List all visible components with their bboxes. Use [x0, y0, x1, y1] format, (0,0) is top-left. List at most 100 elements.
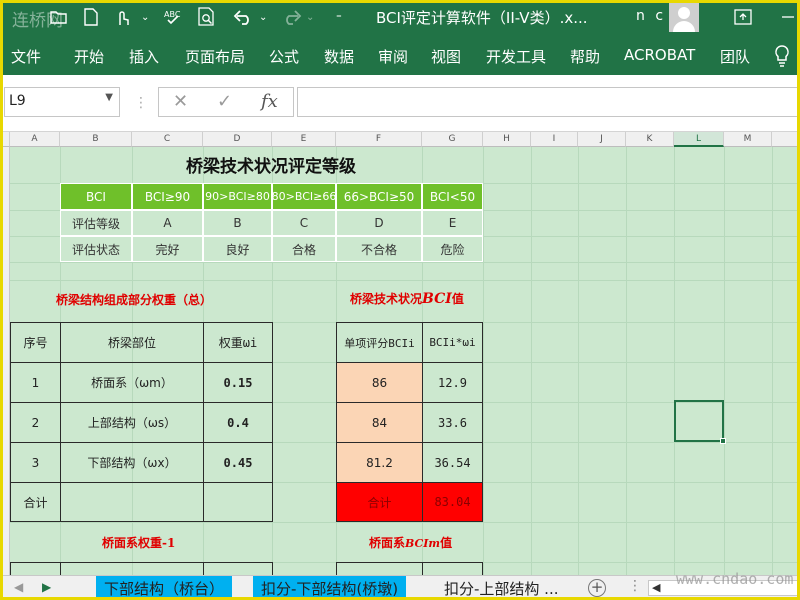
minimize-icon[interactable] [782, 6, 794, 28]
tab-file[interactable]: 文件 [11, 46, 41, 67]
grade-cell[interactable]: E [422, 210, 483, 236]
grade-cell[interactable]: C [272, 210, 336, 236]
scroll-right-icon[interactable]: ▶ [42, 580, 51, 594]
select-all-corner[interactable] [0, 132, 10, 147]
column-header-g[interactable]: G [422, 132, 483, 147]
weight-row-value[interactable]: 0.45 [203, 442, 273, 483]
column-header-e[interactable]: E [272, 132, 336, 147]
status-row-label[interactable]: 评估状态 [60, 236, 132, 262]
weight-row-value[interactable]: 0.15 [203, 362, 273, 403]
grade-cell[interactable]: A [132, 210, 203, 236]
column-header-f[interactable]: F [336, 132, 422, 147]
open-folder-icon[interactable] [50, 6, 68, 28]
deck-bci-cell[interactable] [336, 562, 423, 575]
add-sheet-button[interactable]: + [588, 579, 606, 597]
column-header-j[interactable]: J [578, 132, 626, 147]
bci-total-label[interactable]: 合计 [336, 482, 423, 522]
redo-dropdown-icon[interactable]: ⌄ [306, 6, 314, 28]
cancel-icon[interactable]: ✕ [173, 91, 188, 112]
chevron-down-icon[interactable]: ⌄ [141, 6, 149, 28]
weight-row-part[interactable]: 下部结构（ωx） [60, 442, 204, 483]
column-header-l[interactable]: L [674, 132, 724, 147]
tab-insert[interactable]: 插入 [129, 46, 159, 67]
grade-header-a[interactable]: BCI≥90 [132, 183, 203, 210]
weight-total-empty[interactable] [60, 482, 204, 522]
fill-handle[interactable] [720, 438, 726, 444]
status-cell[interactable]: 不合格 [336, 236, 422, 262]
tab-home[interactable]: 开始 [74, 46, 104, 67]
more-icon[interactable]: ⋮ [628, 578, 642, 594]
weight-total-label[interactable]: 合计 [10, 482, 61, 522]
tab-data[interactable]: 数据 [324, 46, 354, 67]
tab-view[interactable]: 视图 [431, 46, 461, 67]
column-header-m[interactable]: M [724, 132, 772, 147]
undo-icon[interactable] [233, 6, 253, 28]
scroll-arrow-left-icon[interactable]: ◀ [652, 581, 660, 594]
bci-product-cell[interactable]: 12.9 [422, 362, 483, 403]
grade-row-label[interactable]: 评估等级 [60, 210, 132, 236]
deck-table-cell[interactable] [60, 562, 204, 575]
column-header-c[interactable]: C [132, 132, 203, 147]
weight-row-index[interactable]: 1 [10, 362, 61, 403]
deck-table-cell[interactable] [203, 562, 273, 575]
more-options-icon[interactable]: ⋮ [134, 95, 148, 111]
status-cell[interactable]: 完好 [132, 236, 203, 262]
selected-cell[interactable] [674, 400, 726, 444]
new-file-icon[interactable] [84, 6, 98, 28]
column-header-d[interactable]: D [203, 132, 272, 147]
status-cell[interactable]: 良好 [203, 236, 272, 262]
column-header-n[interactable] [772, 132, 800, 147]
grade-cell[interactable]: B [203, 210, 272, 236]
grade-header-c[interactable]: 80>BCI≥66 [272, 183, 336, 210]
customize-qat-icon[interactable]: ⁼ [336, 6, 342, 28]
weight-header-index[interactable]: 序号 [10, 322, 61, 363]
print-preview-icon[interactable] [198, 6, 216, 28]
weight-total-empty[interactable] [203, 482, 273, 522]
redo-icon[interactable] [282, 6, 302, 28]
column-header-k[interactable]: K [626, 132, 674, 147]
tab-developer[interactable]: 开发工具 [486, 46, 546, 67]
tab-acrobat[interactable]: ACROBAT [624, 46, 695, 64]
weight-row-value[interactable]: 0.4 [203, 402, 273, 443]
grade-header-b[interactable]: 90>BCI≥80 [203, 183, 272, 210]
spelling-icon[interactable]: ABC [163, 6, 181, 28]
status-cell[interactable]: 合格 [272, 236, 336, 262]
formula-input[interactable] [297, 87, 800, 117]
column-header-a[interactable]: A [10, 132, 60, 147]
sheet-tab-superstructure[interactable]: 扣分-上部结构 ... [436, 576, 567, 599]
weight-header-weight[interactable]: 权重ωi [203, 322, 273, 363]
sheet-tab-substructure-abutment[interactable]: 下部结构（桥台） [96, 576, 233, 599]
tab-review[interactable]: 审阅 [378, 46, 408, 67]
column-header-h[interactable]: H [483, 132, 531, 147]
sheet-tab-substructure-pier[interactable]: 扣分-下部结构(桥墩) [253, 576, 407, 599]
weight-row-index[interactable]: 3 [10, 442, 61, 483]
tab-page-layout[interactable]: 页面布局 [185, 46, 245, 67]
tab-team[interactable]: 团队 [720, 46, 750, 67]
insert-function-icon[interactable]: fx [261, 91, 278, 112]
worksheet-grid[interactable]: A B C D E F G H I J K L M 桥梁技术状况评定等级 BCI… [0, 132, 800, 575]
bci-product-cell[interactable]: 36.54 [422, 442, 483, 483]
weight-row-part[interactable]: 桥面系（ωm） [60, 362, 204, 403]
bci-score-cell[interactable]: 84 [336, 402, 423, 443]
tab-help[interactable]: 帮助 [570, 46, 600, 67]
avatar[interactable] [669, 2, 699, 32]
bci-total-value[interactable]: 83.04 [422, 482, 483, 522]
user-name[interactable]: n c [636, 8, 666, 24]
grade-header-d[interactable]: 66>BCI≥50 [336, 183, 422, 210]
bci-score-cell[interactable]: 81.2 [336, 442, 423, 483]
column-header-i[interactable]: I [531, 132, 578, 147]
weight-row-index[interactable]: 2 [10, 402, 61, 443]
enter-icon[interactable]: ✓ [217, 91, 232, 112]
ribbon-display-icon[interactable] [734, 6, 752, 28]
grade-cell[interactable]: D [336, 210, 422, 236]
grade-header-e[interactable]: BCI<50 [422, 183, 483, 210]
deck-bci-cell[interactable] [422, 562, 483, 575]
bci-header-score[interactable]: 单项评分BCIi [336, 322, 423, 363]
bci-header-product[interactable]: BCIi*ωi [422, 322, 483, 363]
column-header-b[interactable]: B [60, 132, 132, 147]
touch-mode-icon[interactable] [114, 6, 130, 28]
deck-table-cell[interactable] [10, 562, 61, 575]
grade-header-bci[interactable]: BCI [60, 183, 132, 210]
name-box[interactable]: L9 ▼ [4, 87, 120, 117]
scroll-left-icon[interactable]: ◀ [14, 580, 23, 594]
